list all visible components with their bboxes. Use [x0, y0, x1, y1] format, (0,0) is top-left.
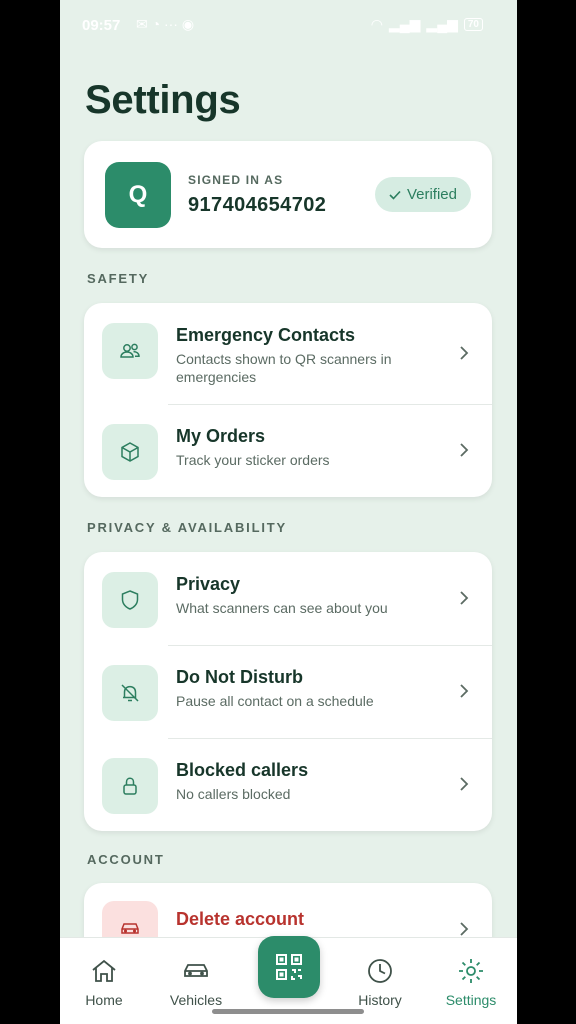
- section-label-privacy: PRIVACY & AVAILABILITY: [87, 520, 287, 535]
- row-title: Blocked callers: [176, 760, 309, 780]
- scan-qr-button[interactable]: [258, 936, 320, 998]
- row-title: Do Not Disturb: [176, 667, 303, 687]
- chevron-right-icon: [460, 443, 469, 457]
- nav-settings[interactable]: Settings: [431, 956, 511, 1008]
- status-time: 09:57: [82, 17, 121, 34]
- nav-label: Home: [85, 992, 123, 1008]
- shield-icon: [102, 572, 158, 628]
- status-bar: 09:57 ✉ ◔ ··· ◉ ◠ ▂▄▆ ▂▄▆ 70: [60, 0, 517, 52]
- row-subtitle: Pause all contact on a schedule: [176, 693, 374, 709]
- chevron-right-icon: [460, 922, 469, 936]
- users-icon: [102, 323, 158, 379]
- row-title: My Orders: [176, 426, 266, 446]
- chevron-right-icon: [460, 684, 469, 698]
- account-card: Q SIGNED IN AS 917404654702 Verified: [84, 141, 492, 248]
- lock-icon: [102, 758, 158, 814]
- signed-in-label: SIGNED IN AS: [188, 173, 284, 187]
- car-icon: [184, 964, 208, 977]
- signal-icon-2: ▂▄▆: [426, 16, 458, 32]
- wifi-icon: ◠: [370, 16, 383, 32]
- notification-icons: ✉ ◔ ··· ◉: [136, 16, 195, 32]
- nav-home[interactable]: Home: [64, 956, 144, 1008]
- verified-badge: Verified: [374, 177, 471, 212]
- chevron-right-icon: [460, 777, 469, 791]
- nav-vehicles[interactable]: Vehicles: [156, 956, 236, 1008]
- row-subtitle: Contacts shown to QR scanners in emergen…: [176, 351, 392, 385]
- system-icons: ◠ ▂▄▆ ▂▄▆ 70: [371, 16, 483, 33]
- home-icon: [92, 959, 116, 982]
- page-title: Settings: [85, 78, 241, 122]
- gear-icon: [459, 959, 483, 983]
- settings-row-privacy[interactable]: Privacy What scanners can see about you: [84, 552, 492, 645]
- nav-history[interactable]: History: [340, 956, 420, 1008]
- box-icon: [102, 424, 158, 480]
- chevron-right-icon: [460, 591, 469, 605]
- phone-screen: 09:57 ✉ ◔ ··· ◉ ◠ ▂▄▆ ▂▄▆ 70 Settings Q …: [60, 0, 517, 1024]
- bell-off-icon: [102, 665, 158, 721]
- bottom-nav: Home Vehicles History Settings: [60, 936, 517, 1024]
- settings-row-blocked-callers[interactable]: Blocked callers No callers blocked: [84, 738, 492, 831]
- safety-card: Emergency Contacts Contacts shown to QR …: [84, 303, 492, 497]
- verified-label: Verified: [406, 186, 457, 203]
- row-title: Privacy: [176, 574, 241, 594]
- settings-row-my-orders[interactable]: My Orders Track your sticker orders: [84, 404, 492, 497]
- check-icon: [389, 190, 401, 200]
- qr-code-icon: [276, 954, 302, 980]
- row-subtitle: No callers blocked: [176, 786, 291, 802]
- row-title: Emergency Contacts: [176, 325, 356, 345]
- settings-row-emergency-contacts[interactable]: Emergency Contacts Contacts shown to QR …: [84, 303, 492, 404]
- row-subtitle: What scanners can see about you: [176, 600, 388, 616]
- nav-label: Settings: [445, 992, 497, 1008]
- nav-label: History: [358, 992, 402, 1008]
- settings-row-do-not-disturb[interactable]: Do Not Disturb Pause all contact on a sc…: [84, 645, 492, 738]
- history-icon: [368, 959, 392, 983]
- row-title: Delete account: [176, 909, 305, 929]
- privacy-card: Privacy What scanners can see about you …: [84, 552, 492, 831]
- row-subtitle: Track your sticker orders: [176, 452, 330, 468]
- nav-label: Vehicles: [169, 992, 223, 1008]
- phone-number: 917404654702: [188, 194, 327, 216]
- signal-icon: ▂▄▆: [388, 16, 421, 32]
- avatar: Q: [105, 162, 171, 228]
- chevron-right-icon: [460, 346, 469, 360]
- home-indicator[interactable]: [212, 1009, 364, 1014]
- section-label-account: ACCOUNT: [87, 852, 165, 867]
- battery-icon: 70: [463, 18, 483, 31]
- section-label-safety: SAFETY: [87, 271, 150, 286]
